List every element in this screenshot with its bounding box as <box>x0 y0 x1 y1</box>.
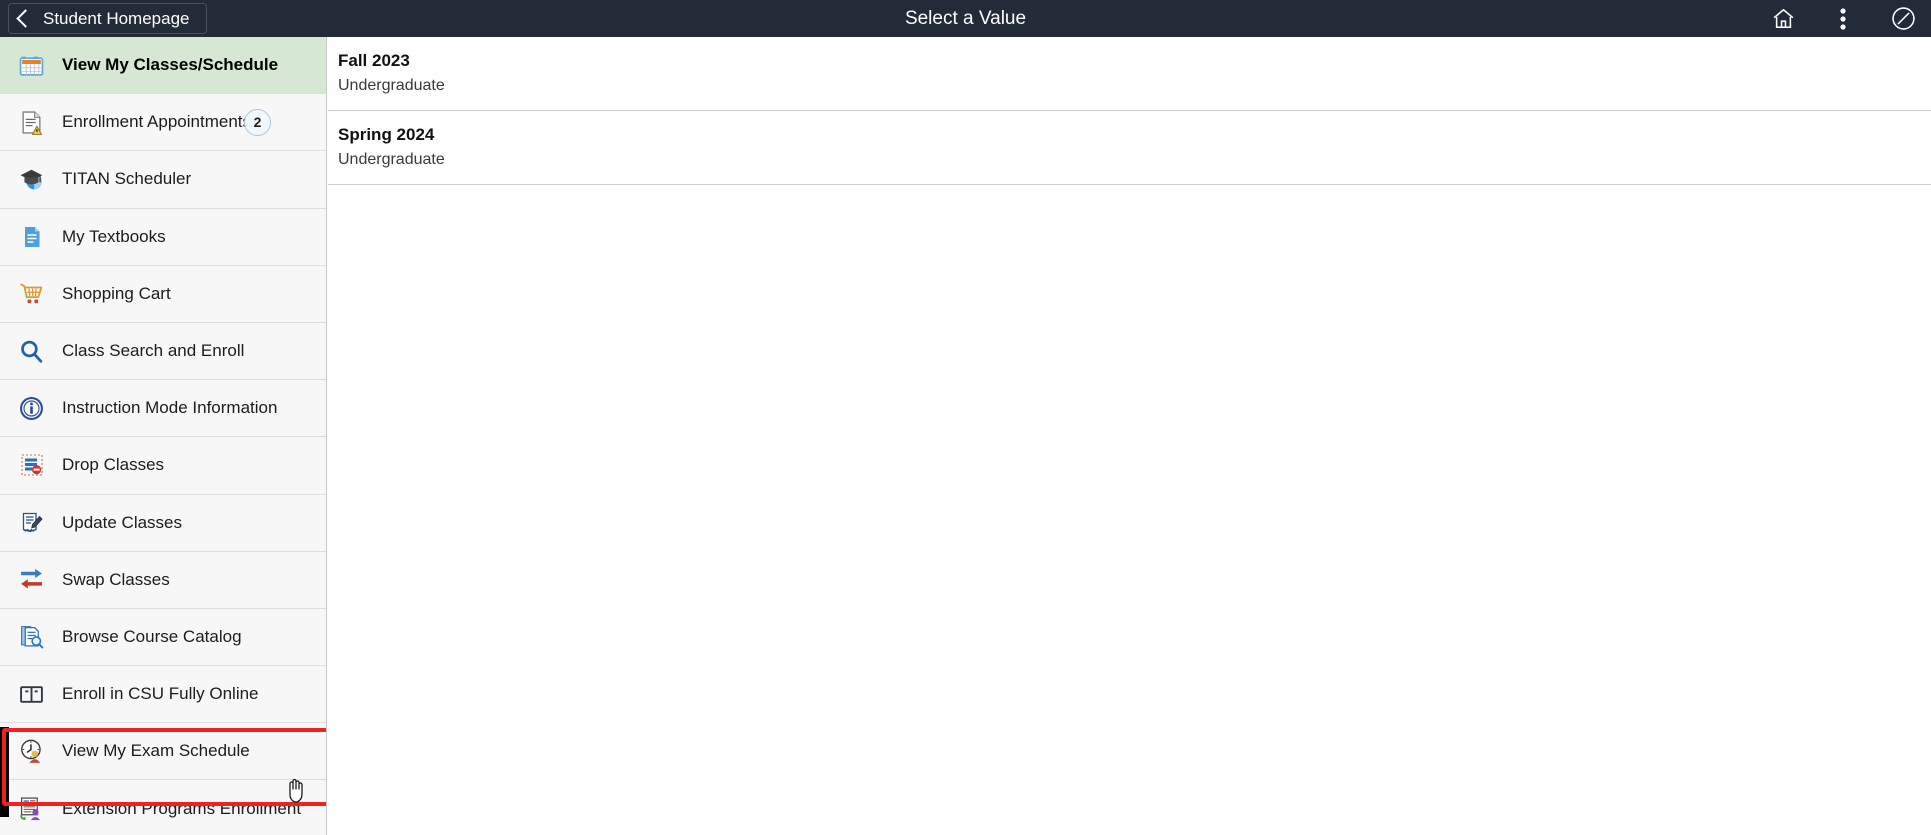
actions-menu-icon[interactable] <box>1829 5 1857 33</box>
app-header: Student Homepage Select a Value <box>0 0 1931 37</box>
catalog-search-icon <box>18 623 45 650</box>
sidebar-item-view-my-exam-schedule[interactable]: View My Exam Schedule <box>0 723 326 781</box>
sidebar-scroll-indicator[interactable] <box>0 727 9 817</box>
info-icon <box>18 395 45 422</box>
edit-document-icon <box>18 509 45 536</box>
sidebar-item-my-textbooks[interactable]: My Textbooks <box>0 208 326 266</box>
clock-person-icon <box>18 738 45 765</box>
header-icon-group <box>1769 0 1917 37</box>
sidebar-item-label: Shopping Cart <box>62 283 171 303</box>
sidebar-nav: View My Classes/Schedule Enrollment Appo… <box>0 37 327 835</box>
sidebar-item-label: Swap Classes <box>62 569 170 589</box>
search-icon <box>18 338 45 365</box>
page-title: Select a Value <box>904 7 1027 29</box>
sidebar-item-label: Enrollment Appointments <box>62 112 251 132</box>
swap-arrows-icon <box>18 566 45 593</box>
graduation-cap-icon <box>18 166 45 193</box>
extension-person-icon <box>18 795 45 822</box>
sidebar-item-enrollment-appointments[interactable]: Enrollment Appointments 2 <box>0 94 326 152</box>
home-icon[interactable] <box>1769 5 1797 33</box>
document-warning-icon <box>18 109 45 136</box>
sidebar-item-label: My Textbooks <box>62 226 166 246</box>
sidebar-item-label: Enroll in CSU Fully Online <box>62 684 259 704</box>
sidebar-item-view-my-classes-schedule[interactable]: View My Classes/Schedule <box>0 37 326 95</box>
sidebar-item-label: Extension Programs Enrollment <box>62 798 302 818</box>
status-badge: 2 <box>244 108 271 136</box>
sidebar-item-label: Update Classes <box>62 512 183 532</box>
open-book-icon <box>18 681 45 708</box>
sidebar-item-enroll-in-csu-fully-online[interactable]: Enroll in CSU Fully Online <box>0 666 326 724</box>
sidebar-item-titan-scheduler[interactable]: TITAN Scheduler <box>0 151 326 209</box>
calendar-icon <box>18 52 45 79</box>
sidebar-item-drop-classes[interactable]: Drop Classes <box>0 437 326 495</box>
sidebar-item-class-search-and-enroll[interactable]: Class Search and Enroll <box>0 322 326 381</box>
sidebar-item-label: View My Classes/Schedule <box>62 55 279 75</box>
sidebar-item-label: Browse Course Catalog <box>62 626 242 646</box>
back-button-label: Student Homepage <box>43 8 190 28</box>
sidebar-item-label: TITAN Scheduler <box>62 169 192 189</box>
sidebar-item-label: Instruction Mode Information <box>62 398 278 418</box>
nav-bar-icon[interactable] <box>1889 5 1917 33</box>
back-to-student-homepage-button[interactable]: Student Homepage <box>8 3 207 34</box>
book-page-icon <box>18 223 45 250</box>
sidebar-item-swap-classes[interactable]: Swap Classes <box>0 551 326 609</box>
sidebar-item-instruction-mode-information[interactable]: Instruction Mode Information <box>0 380 326 438</box>
page-body: View My Classes/Schedule Enrollment Appo… <box>0 37 1931 835</box>
list-item[interactable]: Spring 2024 Undergraduate <box>328 111 1931 185</box>
shopping-cart-icon <box>18 280 45 307</box>
sidebar-item-browse-course-catalog[interactable]: Browse Course Catalog <box>0 608 326 667</box>
sidebar-item-extension-programs-enrollment[interactable]: Extension Programs Enrollment <box>0 780 326 835</box>
drop-classes-icon <box>18 452 45 479</box>
term-title: Spring 2024 <box>338 125 435 144</box>
term-title: Fall 2023 <box>338 51 410 70</box>
chevron-left-icon <box>16 9 35 28</box>
sidebar-item-label: Drop Classes <box>62 455 165 475</box>
sidebar-item-update-classes[interactable]: Update Classes <box>0 494 326 552</box>
term-career: Undergraduate <box>338 151 445 168</box>
value-list-panel: Fall 2023 Undergraduate Spring 2024 Unde… <box>328 37 1931 835</box>
list-item[interactable]: Fall 2023 Undergraduate <box>328 37 1931 111</box>
term-career: Undergraduate <box>338 77 445 94</box>
sidebar-item-label: Class Search and Enroll <box>62 341 245 361</box>
sidebar-item-label: View My Exam Schedule <box>62 741 250 761</box>
sidebar-item-shopping-cart[interactable]: Shopping Cart <box>0 265 326 323</box>
